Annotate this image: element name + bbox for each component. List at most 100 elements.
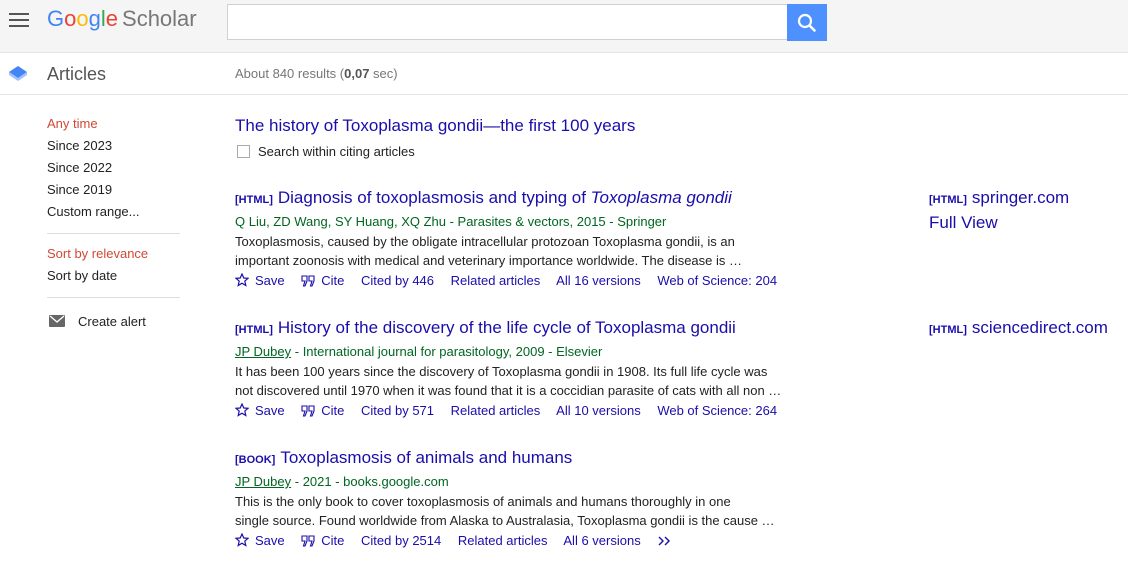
results-time: 0,07 — [344, 66, 370, 81]
result-title[interactable]: [HTML] Diagnosis of toxoplasmosis and typ… — [235, 187, 795, 211]
result-type: [HTML] — [235, 194, 273, 206]
web-of-science-link[interactable]: Web of Science: 204 — [657, 273, 777, 288]
quote-icon — [301, 405, 315, 417]
create-alert-button[interactable]: Create alert — [47, 310, 180, 332]
search-button[interactable] — [787, 4, 827, 41]
logo-letter: o — [64, 6, 77, 31]
save-label: Save — [255, 403, 285, 418]
cited-by-link[interactable]: Cited by 2514 — [361, 533, 441, 548]
cited-by-link[interactable]: Cited by 571 — [361, 403, 434, 418]
related-articles-link[interactable]: Related articles — [451, 273, 541, 288]
checkbox[interactable] — [237, 145, 250, 158]
results-prefix: About 840 results ( — [235, 66, 345, 81]
create-alert-label: Create alert — [78, 313, 146, 329]
result-actions: Save Cite Cited by 571 Related articles … — [234, 401, 795, 421]
section-bar: Articles About 840 results (0,07 sec) — [0, 53, 1128, 95]
cite-button[interactable]: Cite — [301, 533, 344, 548]
hamburger-menu-icon[interactable] — [9, 13, 29, 27]
filter-since-2019[interactable]: Since 2019 — [47, 182, 180, 204]
results-count: About 840 results (0,07 sec) — [235, 66, 398, 81]
double-chevron-icon — [658, 536, 671, 546]
result-title-text: History of the discovery of the life cyc… — [277, 318, 736, 337]
snippet-line: Toxoplasmosis, caused by the obligate in… — [235, 234, 735, 249]
fulltext-link[interactable]: [HTML] springer.com — [929, 187, 1069, 211]
save-button[interactable]: Save — [234, 532, 285, 548]
google-scholar-logo[interactable]: Google Scholar — [47, 6, 197, 32]
result-authors: JP Dubey - 2021 - books.google.com — [235, 472, 795, 492]
snippet-line: This is the only book to cover toxoplasm… — [235, 494, 731, 509]
section-title: Articles — [47, 64, 107, 84]
related-articles-link[interactable]: Related articles — [451, 403, 541, 418]
fulltext-source: springer.com — [971, 188, 1070, 207]
logo-letter: G — [47, 6, 65, 31]
search-icon — [797, 13, 816, 32]
snippet-line: single source. Found worldwide from Alas… — [235, 513, 775, 528]
cite-label: Cite — [321, 273, 345, 288]
cite-button[interactable]: Cite — [301, 403, 344, 418]
result-snippet: Toxoplasmosis, caused by the obligate in… — [235, 232, 785, 270]
result-item: [BOOK] Toxoplasmosis of animals and human… — [234, 447, 795, 551]
result-type: [BOOK] — [235, 454, 276, 466]
articles-icon — [9, 66, 27, 81]
author-link[interactable]: JP Dubey — [235, 344, 291, 359]
fulltext-source: sciencedirect.com — [971, 318, 1108, 337]
fulltext-type: [HTML] — [929, 194, 967, 206]
filter-since-2023[interactable]: Since 2023 — [47, 138, 180, 160]
result-type: [HTML] — [235, 324, 273, 336]
star-icon — [234, 402, 250, 417]
snippet-line: important zoonosis with medical and vete… — [235, 253, 742, 268]
all-versions-link[interactable]: All 6 versions — [563, 533, 640, 548]
result-actions: Save Cite Cited by 2514 Related articles… — [234, 531, 795, 551]
star-icon — [234, 532, 250, 547]
result-title-italic: Toxoplasma gondii — [590, 188, 732, 207]
result-title[interactable]: [BOOK] Toxoplasmosis of animals and human… — [235, 447, 795, 471]
save-label: Save — [255, 533, 285, 548]
search-input[interactable] — [227, 4, 787, 40]
save-button[interactable]: Save — [234, 272, 285, 288]
search-within-citing-checkbox[interactable]: Search within citing articles — [235, 144, 795, 159]
full-view-link[interactable]: Full View — [929, 212, 998, 234]
result-authors: JP Dubey - International journal for par… — [235, 342, 795, 362]
result-actions: Save Cite Cited by 446 Related articles … — [234, 271, 795, 291]
results-suffix: sec) — [369, 66, 398, 81]
result-item: [HTML] Diagnosis of toxoplasmosis and typ… — [234, 187, 795, 291]
cite-button[interactable]: Cite — [301, 273, 344, 288]
web-of-science-link[interactable]: Web of Science: 264 — [657, 403, 777, 418]
fulltext-link[interactable]: [HTML] sciencedirect.com — [929, 317, 1108, 341]
related-articles-link[interactable]: Related articles — [458, 533, 548, 548]
fulltext-type: [HTML] — [929, 324, 967, 336]
logo-letter: o — [76, 6, 89, 31]
star-icon — [234, 272, 250, 287]
result-title[interactable]: [HTML] History of the discovery of the li… — [235, 317, 795, 341]
filter-since-2022[interactable]: Since 2022 — [47, 160, 180, 182]
more-options-button[interactable] — [657, 533, 679, 548]
cite-label: Cite — [321, 533, 345, 548]
filter-sidebar: Any time Since 2023 Since 2022 Since 201… — [47, 116, 180, 332]
result-snippet: It has been 100 years since the discover… — [235, 362, 785, 400]
snippet-line: not discovered until 1970 when it was fo… — [235, 383, 782, 398]
result-snippet: This is the only book to cover toxoplasm… — [235, 492, 785, 530]
filter-custom-range[interactable]: Custom range... — [47, 204, 180, 226]
all-versions-link[interactable]: All 10 versions — [556, 403, 641, 418]
cited-by-link[interactable]: Cited by 446 — [361, 273, 434, 288]
snippet-line: It has been 100 years since the discover… — [235, 364, 768, 379]
all-versions-link[interactable]: All 16 versions — [556, 273, 641, 288]
sort-by-date[interactable]: Sort by date — [47, 268, 180, 290]
logo-letter: g — [88, 6, 101, 31]
quote-icon — [301, 535, 315, 547]
top-bar: Google Scholar — [0, 0, 1128, 53]
divider — [47, 233, 180, 234]
result-authors: Q Liu, ZD Wang, SY Huang, XQ Zhu - Paras… — [235, 214, 667, 229]
author-link[interactable]: JP Dubey — [235, 474, 291, 489]
search-within-label: Search within citing articles — [258, 144, 415, 159]
save-label: Save — [255, 273, 285, 288]
result-item: [HTML] History of the discovery of the li… — [234, 317, 795, 421]
filter-any-time[interactable]: Any time — [47, 116, 180, 138]
logo-letter: e — [105, 6, 119, 31]
save-button[interactable]: Save — [234, 402, 285, 418]
cited-article-title[interactable]: The history of Toxoplasma gondii—the fir… — [235, 115, 795, 137]
result-title-text: Diagnosis of toxoplasmosis and typing of — [277, 188, 591, 207]
sort-by-relevance[interactable]: Sort by relevance — [47, 246, 180, 268]
quote-icon — [301, 275, 315, 287]
result-publication: - 2021 - books.google.com — [291, 474, 449, 489]
